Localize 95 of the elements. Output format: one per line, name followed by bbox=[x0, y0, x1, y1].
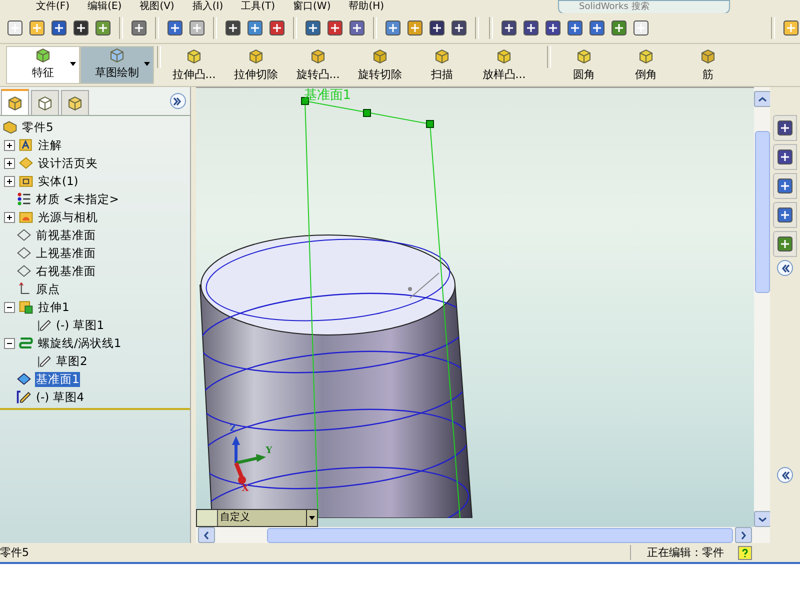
scroll-up-button[interactable] bbox=[754, 91, 771, 107]
feature-icon bbox=[637, 47, 655, 65]
search-field[interactable]: SolidWorks 搜索 bbox=[558, 0, 730, 13]
tree-item[interactable]: 原点 bbox=[35, 282, 61, 296]
menu-item[interactable]: 窗口(W) bbox=[293, 0, 331, 13]
expand-toggle[interactable] bbox=[4, 338, 15, 348]
folder-icon bbox=[18, 173, 34, 189]
feature-icon bbox=[309, 47, 327, 65]
task-pane-tab[interactable] bbox=[773, 231, 798, 257]
feature-icon bbox=[371, 47, 389, 65]
plane-label: 基准面1 bbox=[304, 88, 352, 104]
tree-item[interactable]: 上视基准面 bbox=[35, 246, 97, 260]
task-pane-tab[interactable] bbox=[773, 115, 798, 141]
graphics-viewport[interactable]: 基准面1 Z Y X 自定义 bbox=[196, 87, 754, 527]
view-dropdown[interactable]: 自定义 bbox=[196, 509, 318, 527]
scrollbar-thumb[interactable] bbox=[754, 131, 770, 293]
property-tab[interactable] bbox=[31, 90, 59, 115]
tree-item[interactable]: 设计活页夹 bbox=[37, 156, 99, 170]
feature-tree-tab[interactable] bbox=[1, 89, 29, 115]
letter-a-icon bbox=[18, 137, 34, 153]
sketch-pencil-icon bbox=[36, 317, 52, 333]
tree-item[interactable]: 螺旋线/涡状线1 bbox=[37, 336, 122, 350]
feature-icon bbox=[699, 47, 717, 65]
task-pane-tab[interactable] bbox=[773, 144, 798, 170]
command-button[interactable]: 扫描 bbox=[412, 46, 472, 84]
expand-toggle[interactable] bbox=[4, 140, 15, 150]
expand-toggle[interactable] bbox=[4, 176, 15, 186]
command-button[interactable]: 拉伸切除 bbox=[226, 46, 286, 84]
menu-item[interactable]: 工具(T) bbox=[241, 0, 276, 13]
scroll-left-button[interactable] bbox=[198, 527, 215, 543]
command-button[interactable]: 倒角 bbox=[616, 46, 676, 84]
plane-icon bbox=[16, 263, 32, 279]
feature-icon bbox=[108, 46, 126, 64]
config-tab[interactable] bbox=[61, 90, 89, 115]
tree-item[interactable]: 草图2 bbox=[55, 354, 88, 368]
feature-icon bbox=[185, 47, 203, 65]
tree-root[interactable]: 零件5 bbox=[21, 120, 54, 134]
tree-item[interactable]: 光源与相机 bbox=[37, 210, 99, 224]
menu-item[interactable]: 文件(F) bbox=[36, 0, 70, 13]
axis-label: Z bbox=[230, 424, 236, 434]
menu-item[interactable]: 插入(I) bbox=[192, 0, 224, 13]
tree-item[interactable]: 前视基准面 bbox=[35, 228, 97, 242]
sketch-pencil-icon bbox=[16, 389, 32, 405]
tree-item[interactable]: 材质 <未指定> bbox=[35, 192, 120, 206]
command-button[interactable]: 拉伸凸... bbox=[164, 46, 224, 84]
scroll-down-button[interactable] bbox=[754, 511, 771, 527]
tree-item[interactable]: 右视基准面 bbox=[35, 264, 97, 278]
feature-icon bbox=[34, 46, 52, 64]
expand-toggle[interactable] bbox=[4, 212, 15, 222]
plane-icon bbox=[16, 227, 32, 243]
status-document: 零件5 bbox=[0, 545, 29, 560]
scrollbar-thumb[interactable] bbox=[266, 528, 734, 542]
command-tab[interactable]: 特征 bbox=[6, 46, 80, 84]
feature-icon bbox=[433, 47, 451, 65]
feature-icon bbox=[66, 94, 84, 112]
feature-icon bbox=[575, 47, 593, 65]
command-button[interactable]: 筋 bbox=[678, 46, 738, 84]
material-list-icon bbox=[16, 191, 32, 207]
menu-item[interactable]: 编辑(E) bbox=[88, 0, 122, 13]
folder-sun-icon bbox=[18, 209, 34, 225]
axis-label: X bbox=[242, 484, 249, 494]
feature-icon bbox=[36, 94, 54, 112]
axis-triad bbox=[232, 436, 266, 484]
expand-button[interactable] bbox=[170, 93, 186, 109]
command-button[interactable]: 放样凸... bbox=[474, 46, 534, 84]
tree-item[interactable]: 实体(1) bbox=[37, 174, 80, 188]
tree-item[interactable]: 注解 bbox=[37, 138, 63, 152]
scroll-right-button[interactable] bbox=[735, 527, 752, 543]
task-pane-tab[interactable] bbox=[773, 202, 798, 228]
tree-item[interactable]: (-) 草图1 bbox=[55, 318, 106, 332]
part-icon bbox=[2, 119, 18, 135]
tree-item[interactable]: 拉伸1 bbox=[37, 300, 70, 314]
expand-toggle[interactable] bbox=[4, 302, 15, 312]
feature-icon bbox=[247, 47, 265, 65]
tree-item[interactable]: 基准面1 bbox=[35, 372, 80, 386]
command-button[interactable]: 旋转切除 bbox=[350, 46, 410, 84]
command-button[interactable]: 旋转凸... bbox=[288, 46, 348, 84]
feature-icon bbox=[6, 94, 24, 112]
menu-item[interactable]: 帮助(H) bbox=[348, 0, 384, 13]
task-pane-tab[interactable] bbox=[773, 173, 798, 199]
expand-toggle[interactable] bbox=[4, 158, 15, 168]
plane-icon bbox=[16, 245, 32, 261]
tree-item[interactable]: (-) 草图4 bbox=[35, 390, 86, 404]
axis-label: Y bbox=[266, 446, 272, 456]
diamond-book-icon bbox=[18, 155, 34, 171]
plane-icon bbox=[16, 371, 32, 387]
collapse-button[interactable] bbox=[777, 260, 794, 276]
command-button[interactable]: 圆角 bbox=[554, 46, 614, 84]
helix-icon bbox=[18, 335, 34, 351]
sketch-pencil-icon bbox=[36, 353, 52, 369]
command-tab[interactable]: 草图绘制 bbox=[80, 46, 154, 84]
extrude-icon bbox=[18, 299, 34, 315]
collapse-button[interactable] bbox=[777, 467, 794, 483]
menu-item[interactable]: 视图(V) bbox=[140, 0, 174, 13]
feature-icon bbox=[495, 47, 513, 65]
